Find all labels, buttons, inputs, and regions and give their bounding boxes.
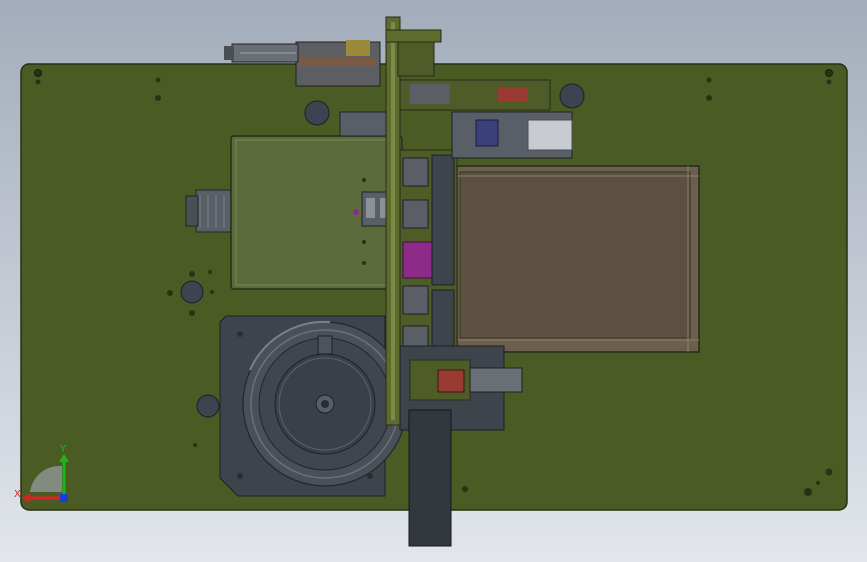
drive-motor <box>185 189 235 233</box>
y-axis-label: Y <box>59 444 67 455</box>
z-axis-marker <box>60 494 68 502</box>
component-tray <box>456 165 700 353</box>
x-axis-label: X <box>14 489 21 500</box>
bowl-feeder <box>219 315 408 497</box>
hopper-box <box>230 135 403 290</box>
cad-viewport[interactable]: Y X <box>0 0 867 562</box>
